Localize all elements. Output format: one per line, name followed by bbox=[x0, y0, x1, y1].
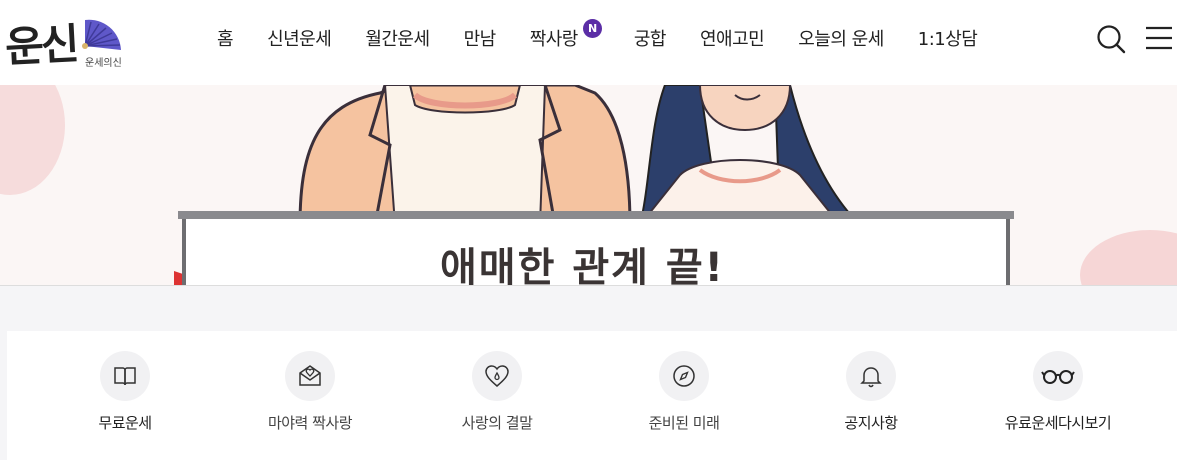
quick-icon-bg bbox=[659, 351, 709, 401]
nav-item-crush-label: 짝사랑 bbox=[529, 29, 579, 50]
quick-label: 준비된 미래 bbox=[648, 414, 720, 432]
quick-item-prepared-future[interactable]: 준비된 미래 bbox=[609, 351, 759, 433]
nav-item-monthly-fortune[interactable]: 월간운세 bbox=[365, 25, 430, 51]
quick-icon-bg bbox=[472, 351, 522, 401]
nav-item-new-year-fortune[interactable]: 신년운세 bbox=[267, 25, 332, 51]
nav-item-compatibility[interactable]: 궁합 bbox=[634, 25, 667, 51]
heart-drop-icon bbox=[485, 365, 509, 387]
glasses-icon bbox=[1041, 370, 1075, 384]
book-icon bbox=[114, 367, 136, 386]
hero-banner[interactable]: 애매한 관계 끝! bbox=[0, 85, 1177, 286]
nav-item-today-fortune[interactable]: 오늘의 운세 bbox=[798, 25, 884, 51]
nav-item-meeting[interactable]: 만남 bbox=[464, 25, 497, 51]
banner-title: 애매한 관계 끝! bbox=[440, 245, 725, 286]
quick-label: 마야력 짝사랑 bbox=[267, 414, 353, 432]
nav-item-home[interactable]: 홈 bbox=[217, 25, 234, 51]
main-nav: 홈 신년운세 월간운세 만남 짝사랑 N 궁합 연애고민 오늘의 운세 1:1상… bbox=[200, 19, 1011, 54]
compass-icon bbox=[673, 365, 695, 387]
quick-label: 공지사항 bbox=[844, 414, 898, 432]
quick-label: 유료운세다시보기 bbox=[1004, 414, 1112, 432]
love-letter-icon bbox=[299, 365, 321, 386]
logo[interactable]: 운신 운세의신 bbox=[3, 12, 135, 72]
logo-subtitle: 운세의신 bbox=[85, 58, 122, 69]
quick-item-love-ending[interactable]: 사랑의 결말 bbox=[422, 351, 572, 433]
hamburger-menu-icon[interactable] bbox=[1145, 25, 1173, 51]
quick-label: 무료운세 bbox=[98, 414, 152, 432]
site-header: 운신 운세의신 홈 신년운세 월간운세 만남 짝사랑 N 궁합 연애고민 오늘의… bbox=[0, 0, 1177, 85]
quick-menu: 무료운세 마야력 짝사랑 사랑의 결말 준비된 미래 공지사항 유료운세다시보기 bbox=[7, 331, 1177, 460]
quick-icon-bg bbox=[100, 351, 150, 401]
nav-item-love-advice[interactable]: 연애고민 bbox=[700, 25, 765, 51]
quick-icon-bg bbox=[285, 351, 335, 401]
bell-icon bbox=[860, 367, 882, 388]
quick-item-notice[interactable]: 공지사항 bbox=[796, 351, 946, 433]
new-badge: N bbox=[582, 19, 602, 38]
quick-icon-bg bbox=[1033, 351, 1083, 401]
quick-item-maya-crush[interactable]: 마야력 짝사랑 bbox=[235, 351, 385, 433]
quick-item-free-fortune[interactable]: 무료운세 bbox=[50, 351, 200, 433]
search-icon[interactable] bbox=[1096, 24, 1126, 54]
logo-text: 운신 bbox=[3, 19, 78, 72]
quick-item-paid-history[interactable]: 유료운세다시보기 bbox=[983, 351, 1133, 433]
nav-item-crush[interactable]: 짝사랑 N bbox=[529, 19, 602, 51]
nav-item-consult[interactable]: 1:1상담 bbox=[918, 25, 978, 51]
quick-label: 사랑의 결말 bbox=[461, 414, 533, 432]
quick-icon-bg bbox=[846, 351, 896, 401]
